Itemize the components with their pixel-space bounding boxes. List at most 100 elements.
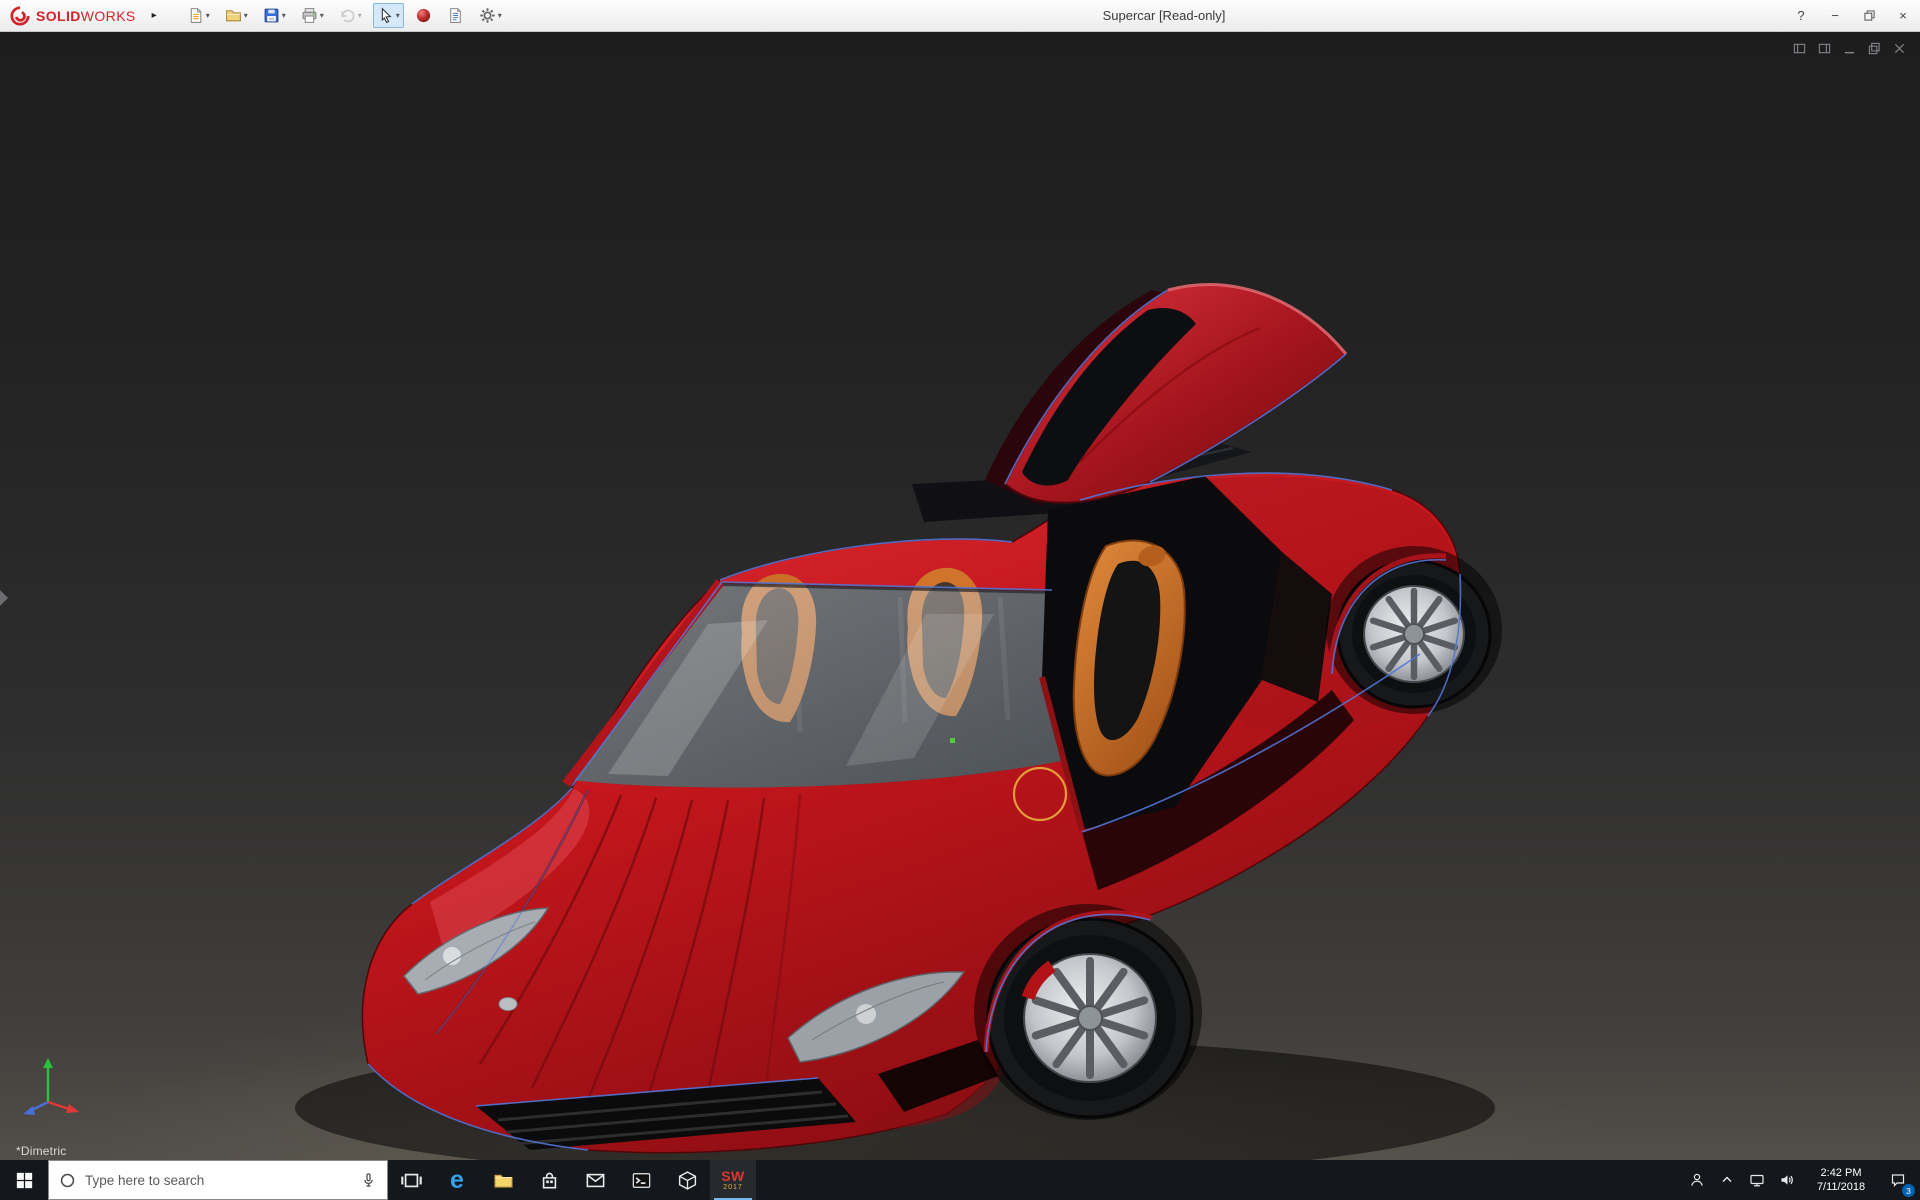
x-axis-arrow [66, 1104, 79, 1113]
window-controls: ? − × [1784, 0, 1920, 31]
select-cursor-icon [377, 7, 394, 24]
clock-date: 7/11/2018 [1817, 1180, 1865, 1194]
brand-text: SOLIDWORKS [36, 8, 136, 24]
file-properties-icon [447, 7, 464, 24]
close-document-icon [1893, 42, 1906, 55]
people-icon [1689, 1172, 1705, 1188]
clock-time: 2:42 PM [1821, 1166, 1862, 1180]
save-button[interactable]: ▾ [259, 3, 290, 28]
hidden-icons-button[interactable] [1712, 1160, 1742, 1200]
document-title: Supercar [Read-only] [1103, 0, 1226, 31]
gear-icon [479, 7, 496, 24]
microphone-icon[interactable] [360, 1172, 377, 1189]
rebuild-button[interactable] [411, 3, 436, 28]
network-icon [1749, 1172, 1765, 1188]
graphics-area[interactable]: *Dimetric [0, 32, 1920, 1160]
y-axis-arrow [43, 1058, 53, 1068]
minimize-document-button[interactable] [1843, 42, 1856, 55]
system-tray: 2:42 PM 7/11/2018 3 [1682, 1160, 1920, 1200]
search-input[interactable] [85, 1173, 351, 1188]
dropdown-caret[interactable]: ▾ [320, 12, 324, 20]
console-icon [631, 1170, 652, 1191]
new-document-button[interactable]: ▾ [183, 3, 214, 28]
restore-document-button[interactable] [1868, 42, 1881, 55]
brand-solid: SOLID [36, 8, 81, 24]
speaker-icon [1779, 1172, 1795, 1188]
taskbar-app-mail[interactable] [572, 1160, 618, 1200]
print-button[interactable]: ▾ [297, 3, 328, 28]
taskbar: e [0, 1160, 1920, 1200]
save-icon [263, 7, 280, 24]
undo-icon [339, 7, 356, 24]
taskbar-app-console[interactable] [618, 1160, 664, 1200]
view-orientation-label: *Dimetric [16, 1144, 66, 1158]
pane-left-button[interactable] [1793, 42, 1806, 55]
chevron-up-icon [1719, 1172, 1735, 1188]
store-icon [539, 1170, 560, 1191]
3d-cube-icon [677, 1170, 698, 1191]
task-view-button[interactable] [388, 1160, 434, 1200]
z-axis-arrow [23, 1106, 35, 1115]
supercar-model[interactable] [0, 32, 1920, 1160]
windows-logo-icon [16, 1172, 33, 1189]
notification-badge: 3 [1902, 1184, 1915, 1197]
close-button[interactable]: × [1886, 0, 1920, 31]
dropdown-caret[interactable]: ▾ [498, 12, 502, 20]
help-button[interactable]: ? [1784, 0, 1818, 31]
dropdown-caret[interactable]: ▾ [244, 12, 248, 20]
taskbar-app-file-explorer[interactable] [480, 1160, 526, 1200]
dropdown-caret[interactable]: ▾ [396, 12, 400, 20]
network-button[interactable] [1742, 1160, 1772, 1200]
rear-wheel[interactable] [1338, 561, 1490, 707]
taskbar-clock[interactable]: 2:42 PM 7/11/2018 [1802, 1160, 1880, 1200]
quick-access-toolbar: ▾ ▾ ▾ [183, 3, 506, 28]
people-button[interactable] [1682, 1160, 1712, 1200]
restore-icon [1864, 10, 1875, 21]
reference-triad [14, 1050, 86, 1126]
dropdown-caret[interactable]: ▾ [358, 12, 362, 20]
taskbar-app-3d-viewer[interactable] [664, 1160, 710, 1200]
file-explorer-icon [493, 1170, 514, 1191]
solidworks-logo: SOLIDWORKS [10, 6, 136, 26]
print-icon [301, 7, 318, 24]
dropdown-caret[interactable]: ▾ [206, 12, 210, 20]
start-button[interactable] [0, 1160, 48, 1200]
ds-logo-icon [10, 6, 30, 26]
solidworks-icon: SW 2017 [721, 1169, 745, 1191]
close-document-button[interactable] [1893, 42, 1906, 55]
select-button[interactable]: ▾ [373, 3, 404, 28]
screen: SOLIDWORKS ▸ ▾ ▾ [0, 0, 1920, 1200]
mail-icon [585, 1170, 606, 1191]
taskbar-search[interactable] [48, 1160, 388, 1200]
menu-expand-button[interactable]: ▸ [152, 11, 157, 21]
pane-left-icon [1793, 42, 1806, 55]
car-body[interactable] [362, 473, 1460, 1153]
open-button[interactable]: ▾ [221, 3, 252, 28]
taskbar-app-edge[interactable]: e [434, 1160, 480, 1200]
minimize-document-icon [1843, 42, 1856, 55]
undo-button[interactable]: ▾ [335, 3, 366, 28]
front-wheel[interactable] [988, 919, 1192, 1117]
titlebar: SOLIDWORKS ▸ ▾ ▾ [0, 0, 1920, 32]
cortana-icon [59, 1172, 76, 1189]
rebuild-icon [415, 7, 432, 24]
dropdown-caret[interactable]: ▾ [282, 12, 286, 20]
edge-icon: e [450, 1168, 464, 1193]
restore-button[interactable] [1852, 0, 1886, 31]
document-window-controls [1793, 42, 1906, 55]
taskbar-app-solidworks[interactable]: SW 2017 [710, 1160, 756, 1200]
options-button[interactable]: ▾ [475, 3, 506, 28]
taskbar-app-store[interactable] [526, 1160, 572, 1200]
file-properties-button[interactable] [443, 3, 468, 28]
minimize-button[interactable]: − [1818, 0, 1852, 31]
task-view-icon [401, 1170, 422, 1191]
action-center-button[interactable]: 3 [1880, 1160, 1916, 1200]
sketch-point [950, 738, 955, 743]
open-folder-icon [225, 7, 242, 24]
featuremanager-flyout-arrow[interactable] [0, 590, 8, 606]
volume-button[interactable] [1772, 1160, 1802, 1200]
restore-document-icon [1868, 42, 1881, 55]
nose-badge [499, 998, 517, 1011]
new-document-icon [187, 7, 204, 24]
pane-right-button[interactable] [1818, 42, 1831, 55]
